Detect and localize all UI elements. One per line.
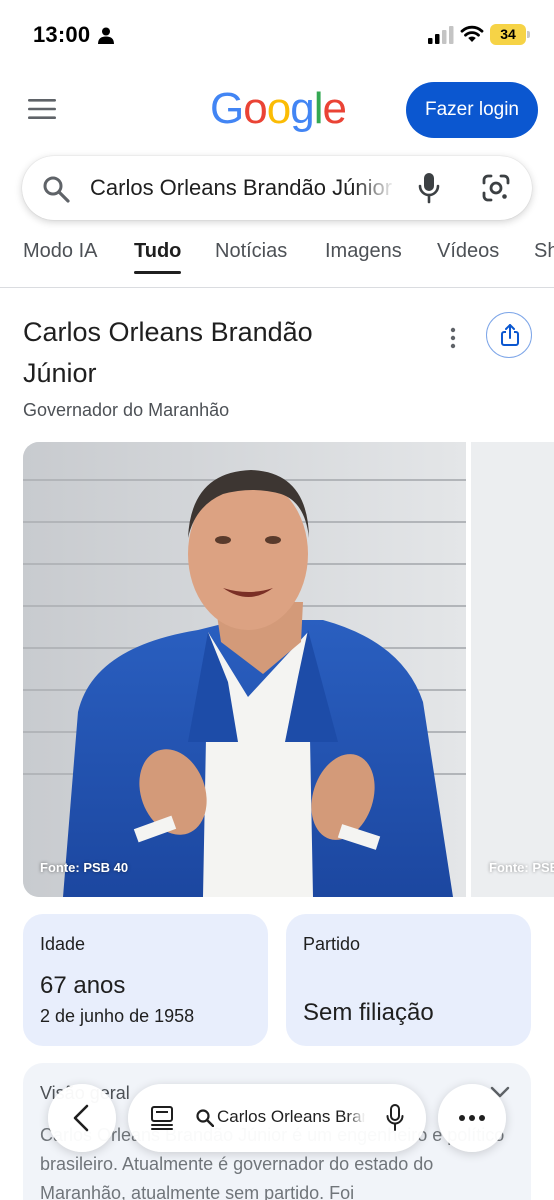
tab-noticias[interactable]: Notícias <box>215 240 287 263</box>
tab-shopping[interactable]: Sh <box>534 240 554 263</box>
portrait-photo[interactable]: Fonte: PSB 40 <box>23 442 466 897</box>
battery-indicator: 34 <box>490 24 530 45</box>
knowledge-panel-subtitle: Governador do Maranhão <box>23 400 230 420</box>
age-label: Idade <box>40 934 86 954</box>
share-icon <box>501 324 519 346</box>
logo-letter: e <box>322 84 347 133</box>
tabs-icon[interactable] <box>150 1106 174 1130</box>
image-source-credit: Fonte: PSB 40 <box>40 860 129 875</box>
share-button[interactable] <box>486 312 532 358</box>
logo-letter: g <box>290 84 315 133</box>
search-tabs: Modo IA Tudo Notícias Imagens Vídeos Sh <box>0 236 554 288</box>
login-button[interactable]: Fazer login <box>406 82 538 138</box>
search-input[interactable]: Carlos Orleans Brandão Júnior <box>90 175 396 201</box>
portrait-image <box>23 442 466 897</box>
active-tab-indicator <box>134 271 181 274</box>
bottom-search-query[interactable]: Carlos Orleans Brandão Júnior <box>217 1107 365 1127</box>
logo-letter: G <box>210 84 244 133</box>
more-horizontal-icon <box>459 1115 485 1121</box>
tab-videos[interactable]: Vídeos <box>437 240 499 263</box>
knowledge-panel-title: Carlos Orleans Brandão Júnior <box>23 317 313 388</box>
age-value: 67 anos <box>40 972 126 999</box>
hamburger-menu-icon[interactable] <box>28 98 56 120</box>
tab-modo-ia[interactable]: Modo IA <box>23 240 97 263</box>
age-card[interactable]: Idade 67 anos 2 de junho de 1958 <box>23 914 268 1046</box>
microphone-icon[interactable] <box>386 1104 404 1132</box>
more-options-icon[interactable] <box>446 326 460 350</box>
status-time: 13:00 <box>33 22 91 47</box>
party-label: Partido <box>303 934 361 954</box>
birth-date: 2 de junho de 1958 <box>40 1006 195 1026</box>
person-icon <box>98 27 114 44</box>
logo-letter: o <box>266 84 292 133</box>
party-card[interactable]: Partido Sem filiação <box>286 914 531 1046</box>
google-logo[interactable]: Google <box>210 84 347 134</box>
search-icon <box>43 176 70 203</box>
image-source-credit-2: Fonte: PSB <box>489 860 554 875</box>
microphone-icon[interactable] <box>418 172 440 204</box>
status-bar: 13:00 34 <box>0 0 554 70</box>
more-button[interactable] <box>438 1084 506 1152</box>
chevron-left-icon <box>73 1104 89 1132</box>
tab-imagens[interactable]: Imagens <box>325 240 402 263</box>
google-lens-icon[interactable] <box>482 174 510 202</box>
search-box[interactable]: Carlos Orleans Brandão Júnior <box>22 156 532 220</box>
back-button[interactable] <box>48 1084 116 1152</box>
bottom-search-bar[interactable]: Carlos Orleans Brandão Júnior <box>128 1084 426 1152</box>
logo-letter: o <box>243 84 268 133</box>
party-value: Sem filiação <box>303 999 434 1026</box>
tab-tudo[interactable]: Tudo <box>134 240 181 263</box>
cellular-signal-icon <box>428 26 454 44</box>
wifi-icon <box>460 25 484 42</box>
second-photo[interactable]: Fonte: PSB <box>471 442 554 897</box>
search-icon <box>196 1109 214 1127</box>
